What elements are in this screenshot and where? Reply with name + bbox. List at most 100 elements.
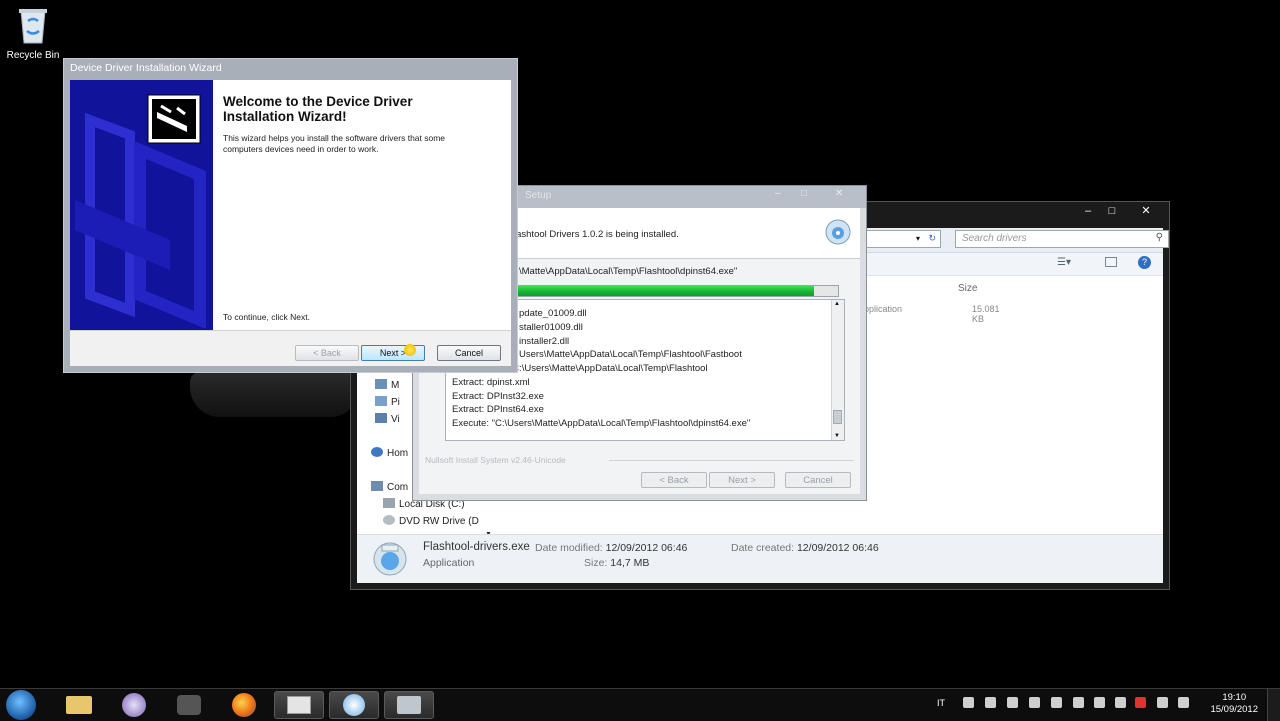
- explorer-minimize-button[interactable]: –: [1077, 204, 1099, 218]
- installer-branding: Nullsoft Install System v2.46-Unicode: [425, 455, 566, 465]
- details-file-type: Application: [423, 557, 475, 569]
- nav-item-music[interactable]: M: [375, 379, 399, 391]
- log-line: pdate_01009.dll: [519, 308, 587, 319]
- taskbar-steam-button[interactable]: [164, 691, 214, 719]
- search-placeholder: Search drivers: [962, 233, 1027, 244]
- tray-icon-9[interactable]: [1135, 697, 1146, 708]
- tray-icon-7[interactable]: [1094, 697, 1105, 708]
- log-line: Extract: DPInst32.exe: [452, 391, 544, 402]
- recycle-bin-label: Recycle Bin: [6, 50, 60, 61]
- file-type-cell: pplication: [864, 304, 903, 314]
- pictures-icon: [375, 396, 387, 406]
- driver-wizard-dialog[interactable]: Device Driver Installation Wizard Welcom…: [63, 58, 518, 373]
- steam-icon: [177, 695, 201, 715]
- explorer-close-button[interactable]: ✕: [1135, 204, 1157, 218]
- details-pane: Flashtool-drivers.exe Application Date m…: [357, 534, 1163, 583]
- log-line: staller01009.dll: [519, 322, 583, 333]
- media-player-icon: [122, 693, 146, 717]
- nav-item-dvd-drive[interactable]: DVD RW Drive (D: [383, 515, 479, 527]
- nav-item-homegroup[interactable]: Hom: [371, 447, 408, 459]
- setup-minimize-button[interactable]: –: [775, 188, 795, 199]
- taskbar-firefox-button[interactable]: [219, 691, 269, 719]
- wizard-title: Device Driver Installation Wizard: [70, 62, 222, 74]
- explorer-icon: [66, 696, 92, 714]
- nav-item-pictures[interactable]: Pi: [375, 396, 400, 408]
- start-button[interactable]: [6, 690, 36, 720]
- file-size-cell: 15.081 KB: [972, 304, 1000, 324]
- device-wizard-icon: [397, 696, 421, 714]
- setup-close-button[interactable]: ✕: [835, 188, 855, 199]
- tray-icon-2[interactable]: [985, 697, 996, 708]
- details-date-created: Date created: 12/09/2012 06:46: [731, 542, 879, 554]
- network-icon[interactable]: [1157, 697, 1168, 708]
- setup-back-button[interactable]: < Back: [641, 472, 707, 488]
- wizard-back-button[interactable]: < Back: [295, 345, 359, 361]
- recycle-bin-shortcut[interactable]: Recycle Bin: [4, 5, 62, 61]
- details-size: Size: 14,7 MB: [584, 557, 650, 569]
- videos-icon: [375, 413, 387, 423]
- tray-icon-6[interactable]: [1073, 697, 1084, 708]
- scroll-thumb[interactable]: [833, 410, 842, 424]
- view-options-icon[interactable]: ☰▾: [1057, 257, 1071, 268]
- taskbar-explorer-button[interactable]: [54, 691, 104, 719]
- setup-cd-icon: [343, 694, 365, 716]
- taskbar: IT 19:10 15/09/2012: [0, 688, 1280, 721]
- nav-item-computer[interactable]: Com: [371, 481, 408, 493]
- setup-title: Setup: [525, 190, 552, 201]
- firefox-icon: [232, 693, 256, 717]
- details-file-name: Flashtool-drivers.exe: [423, 541, 530, 553]
- taskbar-setup-button[interactable]: [329, 691, 379, 719]
- column-header-size[interactable]: Size: [958, 283, 977, 294]
- refresh-icon[interactable]: ↻: [928, 233, 936, 244]
- taskbar-folder-button[interactable]: [274, 691, 324, 719]
- dvd-drive-icon: [383, 515, 395, 525]
- system-clock[interactable]: 19:10 15/09/2012: [1210, 692, 1258, 716]
- search-input[interactable]: Search drivers ⚲: [955, 230, 1169, 248]
- scroll-down-icon[interactable]: ▼: [834, 433, 840, 439]
- taskbar-media-button[interactable]: [110, 691, 160, 719]
- explorer-maximize-button[interactable]: □: [1101, 204, 1123, 218]
- wizard-footer: < Back Next > Cancel: [70, 330, 511, 366]
- setup-file-icon: [373, 542, 407, 576]
- show-desktop-button[interactable]: [1267, 689, 1280, 721]
- mouse-cursor: [404, 344, 416, 356]
- tray-icon-1[interactable]: [963, 697, 974, 708]
- wizard-continue-text: To continue, click Next.: [223, 312, 310, 322]
- language-indicator[interactable]: IT: [937, 698, 945, 708]
- desktop-wallpaper-logo: [190, 372, 360, 417]
- clock-time: 19:10: [1222, 692, 1247, 703]
- wizard-cancel-button[interactable]: Cancel: [437, 345, 501, 361]
- setup-maximize-button[interactable]: □: [801, 188, 821, 199]
- taskbar-wizard-button[interactable]: [384, 691, 434, 719]
- tray-icon-4[interactable]: [1029, 697, 1040, 708]
- wizard-content: Welcome to the Device Driver Installatio…: [213, 80, 511, 330]
- scroll-up-icon[interactable]: ▲: [834, 301, 840, 307]
- tray-icon-5[interactable]: [1051, 697, 1062, 708]
- wizard-side-panel: [70, 80, 213, 330]
- nav-item-videos[interactable]: Vi: [375, 413, 400, 425]
- setup-next-button[interactable]: Next >: [709, 472, 775, 488]
- hardware-install-icon: [147, 94, 201, 144]
- hard-drive-icon: [383, 498, 395, 508]
- volume-icon[interactable]: [1178, 697, 1189, 708]
- log-scrollbar[interactable]: ▲ ▼: [831, 300, 844, 440]
- log-line: Extract: dpinst.xml: [452, 377, 530, 388]
- help-icon[interactable]: ?: [1138, 256, 1151, 269]
- folder-window-icon: [287, 696, 311, 714]
- wizard-description: This wizard helps you install the softwa…: [223, 133, 446, 154]
- log-line: Execute: "C:\Users\Matte\AppData\Local\T…: [452, 418, 751, 429]
- tray-icon-3[interactable]: [1007, 697, 1018, 708]
- homegroup-icon: [371, 447, 383, 457]
- branding-divider: [609, 460, 854, 461]
- search-icon: ⚲: [1155, 232, 1163, 243]
- setup-status-text: lashtool Drivers 1.0.2 is being installe…: [514, 229, 679, 240]
- recycle-bin-icon: [19, 9, 47, 44]
- setup-cancel-button[interactable]: Cancel: [785, 472, 851, 488]
- log-line: Extract: DPInst64.exe: [452, 404, 544, 415]
- details-date-modified: Date modified: 12/09/2012 06:46: [535, 542, 688, 554]
- file-row[interactable]: pplication 15.081 KB: [854, 304, 1014, 324]
- log-line: installer2.dll: [519, 336, 570, 347]
- action-center-icon[interactable]: [1115, 697, 1126, 708]
- address-dropdown-icon[interactable]: ▾: [916, 234, 920, 243]
- preview-pane-icon[interactable]: [1105, 257, 1117, 267]
